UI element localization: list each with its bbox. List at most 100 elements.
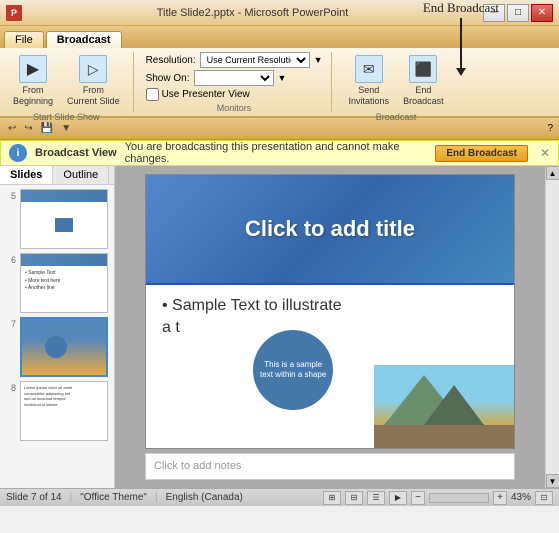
title-bar: P Title Slide2.pptx - Microsoft PowerPoi… <box>0 0 559 26</box>
resolution-select[interactable]: Use Current Resolution <box>200 52 310 68</box>
slide-thumbnail-8[interactable]: Lorem ipsum dolor sit ametconsectetur ad… <box>20 381 108 441</box>
zoom-slider[interactable] <box>429 493 489 503</box>
ribbon-group-broadcast: ✉ SendInvitations ⬛ EndBroadcast Broadca… <box>344 52 457 112</box>
minimize-button[interactable]: ─ <box>483 4 505 22</box>
ribbon-group-start-slide-show: ▶ FromBeginning ▷ FromCurrent Slide Star… <box>8 52 134 112</box>
zoom-level: 43% <box>511 492 531 503</box>
slide-number: 8 <box>4 381 16 393</box>
broadcast-bar-close[interactable]: ✕ <box>540 146 550 160</box>
end-broadcast-icon: ⬛ <box>409 55 437 83</box>
slide-thumbnails: 5 6 • Sample Text <box>0 185 114 488</box>
slide-body: • Sample Text to illustrate a t This is … <box>146 285 514 449</box>
slide-panel: Slides Outline ✕ 5 6 <box>0 166 115 488</box>
scroll-down-button[interactable]: ▼ <box>546 474 559 488</box>
slide-thumbnail-5[interactable] <box>20 189 108 249</box>
vertical-scrollbar[interactable]: ▲ ▼ <box>545 166 559 488</box>
undo-button[interactable]: ↩ <box>6 122 18 135</box>
broadcast-info-bar: i Broadcast View You are broadcasting th… <box>0 140 559 166</box>
broadcast-message: You are broadcasting this presentation a… <box>125 141 428 165</box>
slide-info: Slide 7 of 14 <box>6 492 62 503</box>
thumb-header <box>21 190 107 202</box>
slide-header: Click to add title <box>146 175 514 285</box>
tab-outline[interactable]: Outline <box>53 166 109 184</box>
send-invitations-icon: ✉ <box>355 55 383 83</box>
slide-number: 5 <box>4 189 16 201</box>
thumb-circle <box>45 336 67 358</box>
list-item: 6 • Sample Text• More text here• Another… <box>4 253 110 313</box>
from-current-slide-button[interactable]: ▷ FromCurrent Slide <box>62 52 125 110</box>
ribbon-group-monitors-label: Monitors <box>217 103 252 113</box>
quick-access-dropdown[interactable]: ▼ <box>59 122 73 135</box>
list-item: 8 Lorem ipsum dolor sit ametconsectetur … <box>4 381 110 441</box>
mountain-2 <box>424 385 484 425</box>
sidebar-tabs: Slides Outline ✕ <box>0 166 114 185</box>
maximize-button[interactable]: □ <box>507 4 529 22</box>
window-controls: ─ □ ✕ <box>483 4 553 22</box>
from-beginning-button[interactable]: ▶ FromBeginning <box>8 52 58 110</box>
resolution-label: Resolution: <box>146 55 196 66</box>
main-area: Slides Outline ✕ 5 6 <box>0 166 559 488</box>
thumb-dense-text: Lorem ipsum dolor sit ametconsectetur ad… <box>24 385 104 407</box>
slide-thumbnail-7[interactable] <box>20 317 108 377</box>
ground <box>374 425 514 449</box>
tab-slides[interactable]: Slides <box>0 166 53 184</box>
show-on-select[interactable] <box>194 70 274 86</box>
thumb-element <box>55 218 73 232</box>
status-bar: Slide 7 of 14 | "Office Theme" | English… <box>0 488 559 506</box>
zoom-out-button[interactable]: − <box>411 491 425 505</box>
slide-number: 7 <box>4 317 16 329</box>
show-on-dropdown-btn[interactable]: ▼ <box>278 73 287 83</box>
show-on-label: Show On: <box>146 73 190 84</box>
slide-sorter-button[interactable]: ⊟ <box>345 491 363 505</box>
app-icon: P <box>6 5 22 21</box>
redo-button[interactable]: ↪ <box>22 122 34 135</box>
ribbon-group-monitors: Resolution: Use Current Resolution ▼ Sho… <box>146 52 332 112</box>
presenter-view-checkbox[interactable] <box>146 88 159 101</box>
slideshow-view-button[interactable]: ▶ <box>389 491 407 505</box>
tab-broadcast[interactable]: Broadcast <box>46 31 122 48</box>
resolution-dropdown-btn[interactable]: ▼ <box>314 55 323 65</box>
scroll-up-button[interactable]: ▲ <box>546 166 559 180</box>
slide-bullet: • Sample Text to illustrate <box>162 297 498 315</box>
tab-file[interactable]: File <box>4 31 44 48</box>
status-right: ⊞ ⊟ ☰ ▶ − + 43% ⊡ <box>323 491 553 505</box>
scroll-track[interactable] <box>546 180 559 474</box>
slide-bullet-cont: a t <box>162 319 498 337</box>
thumb-header <box>21 254 107 266</box>
slide-canvas: Click to add title • Sample Text to illu… <box>145 174 515 449</box>
list-item: 5 <box>4 189 110 249</box>
help-icon[interactable]: ? <box>547 123 553 134</box>
slide-circle-text: This is a sample text within a shape <box>253 356 333 385</box>
thumb-text: • Sample Text• More text here• Another l… <box>25 270 103 293</box>
slide-thumbnail-6[interactable]: • Sample Text• More text here• Another l… <box>20 253 108 313</box>
language-info: English (Canada) <box>166 492 243 503</box>
end-broadcast-bar-button[interactable]: End Broadcast <box>435 145 528 162</box>
tab-bar: File Broadcast <box>0 26 559 48</box>
close-button[interactable]: ✕ <box>531 4 553 22</box>
end-broadcast-ribbon-button[interactable]: ⬛ EndBroadcast <box>398 52 449 110</box>
slide-image <box>374 365 514 449</box>
slide-editor: Click to add title • Sample Text to illu… <box>115 166 545 488</box>
from-current-slide-icon: ▷ <box>79 55 107 83</box>
normal-view-button[interactable]: ⊞ <box>323 491 341 505</box>
fit-window-button[interactable]: ⊡ <box>535 491 553 505</box>
slide-circle-shape[interactable]: This is a sample text within a shape <box>253 330 333 410</box>
send-invitations-button[interactable]: ✉ SendInvitations <box>344 52 395 110</box>
ribbon-group-start-label: Start Slide Show <box>33 112 100 122</box>
list-item: 7 <box>4 317 110 377</box>
broadcast-info-icon: i <box>9 144 27 162</box>
ribbon: ▶ FromBeginning ▷ FromCurrent Slide Star… <box>0 48 559 118</box>
zoom-in-button[interactable]: + <box>493 491 507 505</box>
notes-area[interactable]: Click to add notes <box>145 453 515 480</box>
broadcast-view-label: Broadcast View <box>35 147 117 159</box>
from-beginning-icon: ▶ <box>19 55 47 83</box>
save-quick-button[interactable]: 💾 <box>39 122 55 135</box>
theme-info: "Office Theme" <box>80 492 147 503</box>
notes-placeholder: Click to add notes <box>154 460 241 472</box>
reading-view-button[interactable]: ☰ <box>367 491 385 505</box>
slide-title[interactable]: Click to add title <box>245 216 415 242</box>
slide-number: 6 <box>4 253 16 265</box>
window-title: Title Slide2.pptx - Microsoft PowerPoint <box>22 7 483 19</box>
presenter-view-label: Use Presenter View <box>162 89 250 100</box>
ribbon-group-broadcast-label: Broadcast <box>376 112 417 122</box>
